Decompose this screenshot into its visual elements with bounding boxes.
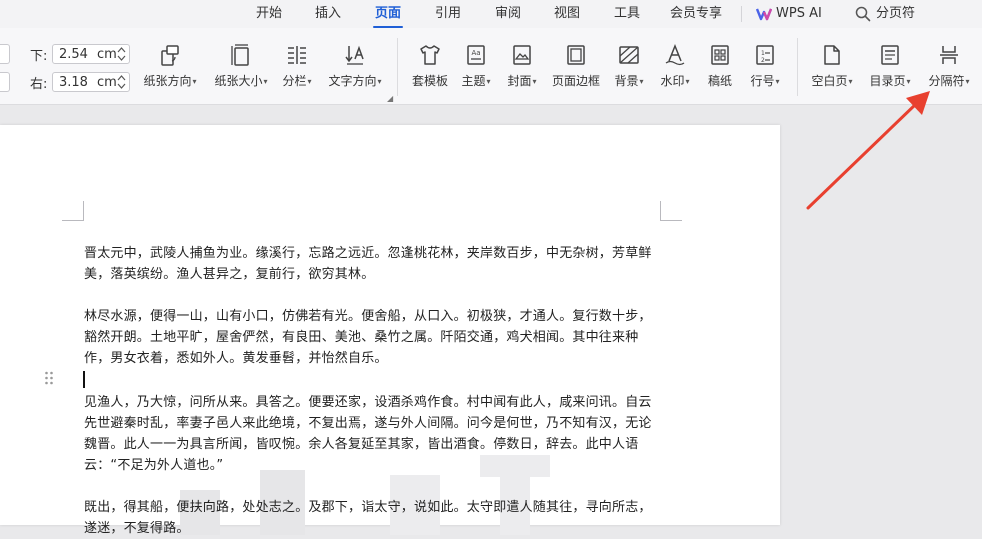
text-cursor <box>83 371 85 388</box>
toc-page-button[interactable]: 目录页▾ <box>864 28 916 104</box>
tab-tools[interactable]: 工具 <box>614 0 640 28</box>
columns-icon <box>288 46 306 64</box>
bottom-margin-label: 下: <box>30 49 48 64</box>
tab-references[interactable]: 引用 <box>435 0 461 28</box>
paper-size-button[interactable]: 纸张大小▾ <box>210 28 272 104</box>
blank-page-icon <box>824 45 840 65</box>
line-number-icon: 1 2 <box>756 45 774 65</box>
text-direction-icon <box>345 45 364 65</box>
bottom-margin-unit: cm <box>97 47 117 62</box>
tab-home[interactable]: 开始 <box>256 0 282 28</box>
cover-label: 封面 <box>507 74 532 88</box>
columns-label: 分栏 <box>282 74 307 88</box>
empty-line <box>84 476 662 497</box>
empty-line <box>84 285 662 306</box>
blank-page-button[interactable]: 空白页▾ <box>806 28 858 104</box>
tab-view[interactable]: 视图 <box>554 0 580 28</box>
paper-size-label: 纸张大小 <box>214 74 263 88</box>
cover-button[interactable]: 封面▾ <box>502 28 542 104</box>
wps-ai-button[interactable]: WPS AI <box>776 0 822 28</box>
tab-member[interactable]: 会员专享 <box>670 0 722 28</box>
menu-separator <box>741 6 742 22</box>
template-label: 套模板 <box>411 74 448 88</box>
background-button[interactable]: 背景▾ <box>608 28 650 104</box>
spin-arrows-icon[interactable] <box>117 46 126 62</box>
paragraph-1[interactable]: 晋太元中，武陵人捕鱼为业。缘溪行，忘路之远近。忽逢桃花林，夹岸数百步，中无杂树，… <box>84 243 662 285</box>
crop-mark <box>62 220 84 221</box>
crop-mark <box>660 220 682 221</box>
template-button[interactable]: 套模板 <box>408 28 452 104</box>
ribbon-separator <box>397 38 398 96</box>
tab-insert[interactable]: 插入 <box>315 0 341 28</box>
paragraph-4[interactable]: 既出，得其船，便扶向路，处处志之。及郡下，诣太守，说如此。太守即遣人随其往，寻向… <box>84 497 662 539</box>
tab-review[interactable]: 审阅 <box>495 0 521 28</box>
toc-page-icon <box>881 45 899 65</box>
left-margin-spinbox-partial[interactable] <box>0 72 10 92</box>
watermark-icon <box>665 43 685 66</box>
shirt-icon <box>420 45 440 65</box>
manuscript-label: 稿纸 <box>707 74 732 88</box>
empty-line-with-cursor[interactable] <box>83 371 662 392</box>
watermark-button[interactable]: 水印▾ <box>654 28 696 104</box>
line-number-button[interactable]: 1 2 行号▾ <box>744 28 786 104</box>
bottom-margin-input[interactable]: 2.54 cm <box>52 44 130 64</box>
document-page[interactable]: 晋太元中，武陵人捕鱼为业。缘溪行，忘路之远近。忽逢桃花林，夹岸数百步，中无杂树，… <box>0 125 780 536</box>
right-margin-value: 3.18 <box>59 75 88 90</box>
drag-handle-icon[interactable] <box>44 371 54 385</box>
orientation-button[interactable]: 纸张方向▾ <box>140 28 200 104</box>
svg-text:Aa: Aa <box>471 49 480 57</box>
right-margin-input[interactable]: 3.18 cm <box>52 72 130 92</box>
crop-mark <box>660 201 661 221</box>
toc-page-label: 目录页 <box>869 74 906 88</box>
separator-button[interactable]: 分隔符▾ <box>922 28 976 104</box>
page-border-icon <box>567 45 585 65</box>
top-margin-spinbox-partial[interactable] <box>0 44 10 64</box>
document-workspace: 晋太元中，武陵人捕鱼为业。缘溪行，忘路之远近。忽逢桃花林，夹岸数百步，中无杂树，… <box>0 105 982 536</box>
page-orientation-icon <box>161 45 179 66</box>
svg-text:2: 2 <box>761 57 765 64</box>
separator-label: 分隔符 <box>928 74 965 88</box>
document-body[interactable]: 晋太元中，武陵人捕鱼为业。缘溪行，忘路之远近。忽逢桃花林，夹岸数百步，中无杂树，… <box>83 243 662 539</box>
menu-bar: 开始 插入 页面 引用 审阅 视图 工具 会员专享 WPS AI 分页符 <box>0 0 982 29</box>
ribbon-separator <box>797 38 798 96</box>
paragraph-2[interactable]: 林尽水源，便得一山，山有小口，仿佛若有光。便舍船，从口入。初极狭，才通人。复行数… <box>84 306 662 369</box>
spin-arrows-icon[interactable] <box>117 74 126 90</box>
orientation-label: 纸张方向 <box>143 74 192 88</box>
right-margin-label: 右: <box>30 77 48 92</box>
page-border-label: 页面边框 <box>551 74 600 88</box>
page-border-button[interactable]: 页面边框 <box>548 28 604 104</box>
theme-button[interactable]: Aa 主题▾ <box>456 28 496 104</box>
line-number-label: 行号 <box>750 74 775 88</box>
text-direction-button[interactable]: 文字方向▾ <box>324 28 386 104</box>
search-icon[interactable] <box>855 6 871 22</box>
background-label: 背景 <box>614 74 639 88</box>
blank-page-label: 空白页 <box>811 74 848 88</box>
theme-icon: Aa <box>467 45 485 65</box>
manuscript-grid-icon <box>711 45 729 65</box>
paper-size-icon <box>231 44 249 66</box>
theme-label: 主题 <box>461 74 486 88</box>
bottom-margin-value: 2.54 <box>59 47 88 62</box>
crop-mark <box>83 201 84 221</box>
group-launcher-icon[interactable]: ◢ <box>387 94 393 103</box>
ribbon-toolbar: 下: 2.54 cm 右: 3.18 cm 纸张方向▾ 纸张大小▾ 分栏▾ 文字… <box>0 28 982 105</box>
svg-text:1: 1 <box>761 50 765 57</box>
watermark-label: 水印 <box>660 74 685 88</box>
tab-page[interactable]: 页面 <box>372 0 404 28</box>
search-query-text[interactable]: 分页符 <box>876 0 915 28</box>
paragraph-3[interactable]: 见渔人，乃大惊，问所从来。具答之。便要还家，设酒杀鸡作食。村中闻有此人，咸来问讯… <box>84 392 662 476</box>
columns-button[interactable]: 分栏▾ <box>278 28 316 104</box>
wps-ai-logo-icon <box>756 8 772 21</box>
cover-icon <box>513 45 531 65</box>
background-icon <box>619 46 639 64</box>
page-break-icon <box>940 46 958 64</box>
manuscript-button[interactable]: 稿纸 <box>702 28 738 104</box>
text-direction-label: 文字方向 <box>328 74 377 88</box>
right-margin-unit: cm <box>97 75 117 90</box>
